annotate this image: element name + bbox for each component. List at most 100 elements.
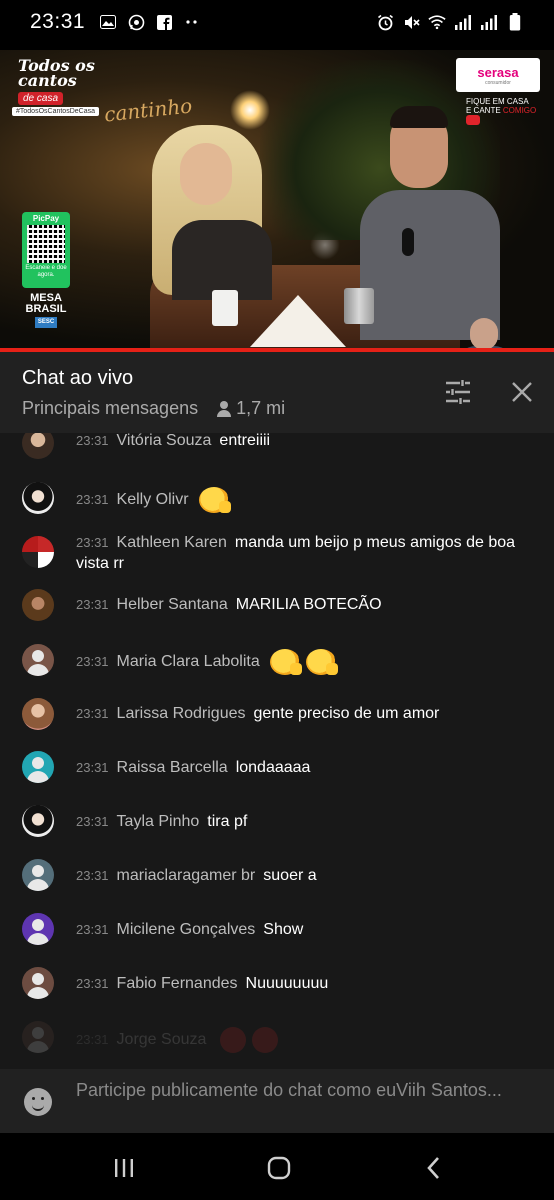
avatar[interactable] xyxy=(22,967,54,999)
message-author[interactable]: Larissa Rodrigues xyxy=(117,705,246,722)
message-text: londaaaaa xyxy=(235,759,311,776)
avatar[interactable] xyxy=(22,1021,54,1053)
message-author[interactable]: Jorge Souza xyxy=(117,1031,207,1048)
message-author[interactable]: Micilene Gonçalves xyxy=(117,921,256,938)
stay-home-line2: E CANTE xyxy=(466,106,501,115)
show-logo-subtext: de casa xyxy=(18,92,64,105)
message-text: entreiiii xyxy=(219,433,271,449)
message-author[interactable]: Raissa Barcella xyxy=(117,759,228,776)
message-time: 23:31 xyxy=(76,433,109,448)
avatar[interactable] xyxy=(22,644,54,676)
message-text: tira pf xyxy=(207,813,248,830)
avatar[interactable] xyxy=(22,805,54,837)
singer-left xyxy=(152,125,272,300)
whatsapp-icon xyxy=(127,13,145,31)
facebook-icon xyxy=(155,13,173,31)
status-bar: 23:31 xyxy=(0,0,554,44)
mesa-brasil-text: MESA BRASIL xyxy=(25,292,67,315)
singer-right xyxy=(360,106,500,340)
microphone xyxy=(402,228,414,256)
message-author[interactable]: mariaclaragamer br xyxy=(117,867,256,884)
sign-language-interpreter xyxy=(452,318,516,348)
message-text: suoer a xyxy=(263,867,317,884)
back-button[interactable] xyxy=(414,1153,454,1183)
sponsor-logo: serasa consumidor xyxy=(456,58,540,92)
avatar[interactable] xyxy=(22,536,54,568)
tune-icon xyxy=(446,380,470,404)
home-button[interactable] xyxy=(259,1153,299,1183)
avatar[interactable] xyxy=(22,751,54,783)
filter-settings-button[interactable] xyxy=(440,374,476,410)
alarm-icon xyxy=(376,13,394,31)
avatar[interactable] xyxy=(22,482,54,514)
show-logo: Todos os cantos de casa xyxy=(18,56,96,105)
chat-mode-label[interactable]: Principais mensagens xyxy=(22,398,198,419)
stay-home-highlight: COMIGO xyxy=(502,106,537,115)
message-author[interactable]: Helber Santana xyxy=(117,596,228,613)
notification-icons xyxy=(99,13,201,31)
android-nav-bar xyxy=(0,1133,554,1200)
message-text: Nuuuuuuuu xyxy=(245,975,329,992)
smiling-face-emoji xyxy=(198,487,231,513)
stay-home-badge: FIQUE EM CASA E CANTE COMIGO xyxy=(466,97,546,125)
system-icons xyxy=(376,13,524,31)
back-icon xyxy=(427,1157,439,1179)
emoji-picker-icon[interactable] xyxy=(24,1088,52,1116)
message-time: 23:31 xyxy=(76,535,109,550)
chat-message-list[interactable]: 23:31 Vitória Souza entreiiii 23:31 Kelly O… xyxy=(0,433,554,1069)
heart-emoji xyxy=(252,1027,279,1053)
message-time: 23:31 xyxy=(76,597,109,612)
chat-input[interactable]: Participe publicamente do chat como euVi… xyxy=(76,1080,516,1101)
message-author[interactable]: Maria Clara Labolita xyxy=(117,653,260,670)
close-icon xyxy=(512,382,532,402)
smiling-face-emoji xyxy=(306,649,339,675)
message-author[interactable]: Vitória Souza xyxy=(117,433,212,449)
more-dots-icon xyxy=(183,13,201,31)
show-logo-text: Todos os cantos xyxy=(18,56,95,90)
message-author[interactable]: Kathleen Karen xyxy=(117,534,227,551)
avatar[interactable] xyxy=(22,698,54,730)
picpay-qr-card: PicPay Escaneie e doe agora. xyxy=(22,212,70,288)
sponsor-sub: consumidor xyxy=(485,79,511,86)
close-chat-button[interactable] xyxy=(504,374,540,410)
picpay-text: Escaneie e doe agora. xyxy=(25,265,67,278)
message-time: 23:31 xyxy=(76,1032,109,1048)
home-icon xyxy=(267,1156,291,1180)
message-text: MARILIA BOTECÃO xyxy=(235,596,382,613)
smiling-face-emoji xyxy=(269,649,302,675)
message-text: gente preciso de um amor xyxy=(253,705,440,722)
viewer-count-text: 1,7 mi xyxy=(236,398,286,418)
mug xyxy=(212,290,238,326)
heart-emoji xyxy=(220,1027,247,1053)
avatar[interactable] xyxy=(22,433,54,459)
chat-title: Chat ao vivo xyxy=(22,367,134,389)
hashtag-label: #TodosOsCantosDeCasa xyxy=(12,107,99,116)
qr-code-icon xyxy=(27,225,65,263)
signal-icon xyxy=(480,13,498,31)
recent-apps-button[interactable] xyxy=(104,1153,144,1183)
person-icon xyxy=(216,400,232,417)
message-author[interactable]: Kelly Olivr xyxy=(117,491,189,508)
chat-mode-selector[interactable]: Principais mensagens 1,7 mi xyxy=(22,398,285,419)
status-time: 23:31 xyxy=(30,10,86,33)
sesc-label: SESC xyxy=(34,317,58,328)
message-text: Show xyxy=(263,921,304,938)
message-time: 23:31 xyxy=(76,760,109,775)
message-time: 23:31 xyxy=(76,868,109,883)
avatar[interactable] xyxy=(22,589,54,621)
wifi-icon xyxy=(428,13,446,31)
picpay-label: PicPay xyxy=(32,214,60,223)
message-time: 23:31 xyxy=(76,654,109,670)
mesa-brasil-logo: MESA BRASIL SESC xyxy=(22,292,70,328)
avatar[interactable] xyxy=(22,859,54,891)
gallery-icon xyxy=(99,13,117,31)
message-author[interactable]: Fabio Fernandes xyxy=(117,975,238,992)
message-time: 23:31 xyxy=(76,976,109,991)
chat-header: Chat ao vivo Principais mensagens 1,7 mi xyxy=(0,352,554,433)
message-time: 23:31 xyxy=(76,492,109,508)
avatar[interactable] xyxy=(22,913,54,945)
chat-input-bar: Participe publicamente do chat como euVi… xyxy=(0,1069,554,1133)
sponsor-name: serasa xyxy=(477,64,519,80)
message-author[interactable]: Tayla Pinho xyxy=(117,813,200,830)
metal-cup xyxy=(344,288,374,324)
